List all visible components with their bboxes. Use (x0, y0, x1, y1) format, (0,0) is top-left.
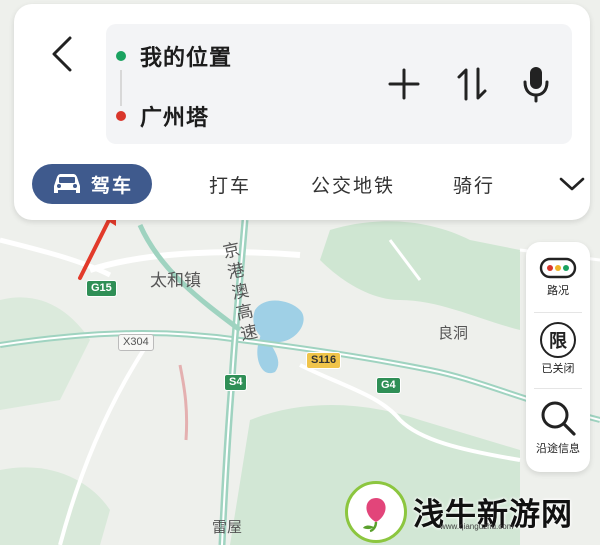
watermark-logo (345, 480, 407, 543)
search-icon (541, 401, 576, 436)
road-badge-s4: S4 (224, 374, 248, 391)
voice-input-button[interactable] (516, 64, 556, 104)
back-button[interactable] (42, 32, 82, 76)
more-modes-button[interactable] (552, 164, 592, 204)
chevron-down-icon (559, 177, 585, 191)
road-badge-s116: S116 (306, 352, 342, 369)
side-divider (534, 388, 582, 389)
map-place-taihe: 太和镇 (150, 271, 201, 291)
car-icon (53, 174, 80, 193)
tab-cycling-label: 骑行 (452, 174, 495, 197)
plus-icon (388, 68, 420, 100)
origin-row[interactable]: 我的位置 (116, 40, 232, 72)
tab-cycling[interactable]: 骑行 (434, 164, 514, 204)
route-card: 我的位置 广州塔 驾车 打车 公交地铁 骑行 (14, 4, 590, 220)
watermark-url: www.qianguzhu.com (440, 522, 514, 531)
route-input-box: 我的位置 广州塔 (106, 24, 572, 144)
tab-transit-label: 公交地铁 (310, 174, 395, 197)
restriction-icon: 限 (540, 322, 576, 358)
tab-drive[interactable]: 驾车 (32, 164, 152, 204)
restriction-glyph: 限 (549, 331, 567, 352)
travel-mode-tabs: 驾车 打车 公交地铁 骑行 (32, 162, 592, 206)
road-badge-x304: X304 (118, 334, 154, 351)
side-divider (534, 312, 582, 313)
tab-taxi[interactable]: 打车 (190, 164, 270, 204)
tab-drive-label: 驾车 (90, 174, 133, 197)
map-place-leiwu: 雷屋 (212, 518, 243, 536)
traffic-toggle-button[interactable]: 路况 (526, 256, 590, 298)
traffic-label: 路况 (547, 284, 569, 297)
swap-arrows-icon (457, 67, 487, 101)
traffic-restriction-button[interactable]: 限 已关闭 (526, 322, 590, 376)
origin-dot-icon (116, 51, 126, 61)
back-arrow-icon (52, 36, 72, 72)
microphone-icon (523, 67, 549, 103)
destination-dot-icon (116, 111, 126, 121)
road-badge-g4: G4 (376, 377, 401, 394)
swap-route-button[interactable] (452, 64, 492, 104)
route-info-button[interactable]: 沿途信息 (526, 398, 590, 456)
map-place-liangtian: 良洞 (438, 324, 469, 342)
watermark: 浅牛新游网 www.qianguzhu.com (345, 478, 600, 545)
add-waypoint-button[interactable] (384, 64, 424, 104)
traffic-light-icon (539, 257, 577, 279)
destination-row[interactable]: 广州塔 (116, 100, 209, 132)
tab-transit[interactable]: 公交地铁 (302, 164, 404, 204)
flower-logo-icon (363, 497, 386, 532)
tab-taxi-label: 打车 (208, 174, 251, 197)
restriction-label: 已关闭 (541, 362, 575, 375)
map-side-toolbar: 路况 限 已关闭 沿途信息 (526, 242, 590, 472)
origin-text[interactable]: 我的位置 (140, 40, 232, 72)
route-info-label: 沿途信息 (536, 442, 580, 455)
destination-text[interactable]: 广州塔 (140, 100, 209, 132)
